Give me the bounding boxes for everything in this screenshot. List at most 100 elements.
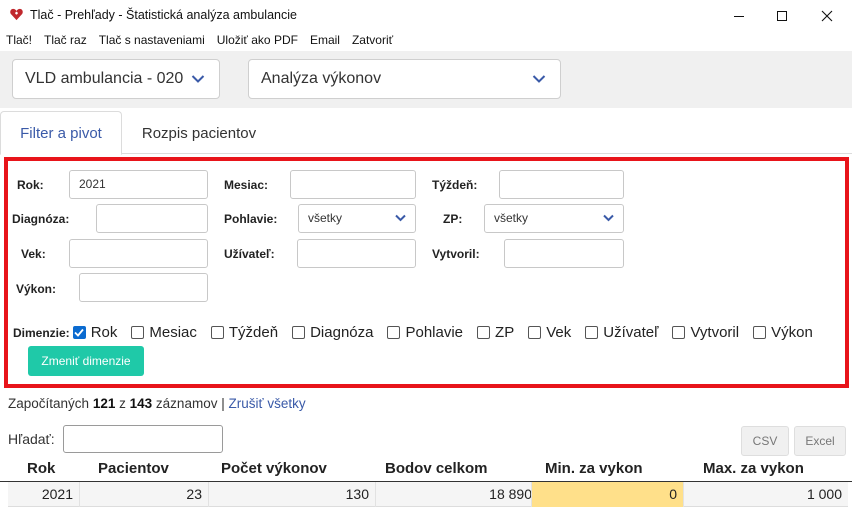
dimension-mesiac[interactable]: Mesiac (131, 324, 197, 341)
checkbox-icon[interactable] (292, 326, 306, 339)
total-value: 143 (129, 396, 153, 411)
column-header-rok[interactable]: Rok (27, 460, 55, 477)
cell-pocet-vykonov: 130 (208, 482, 375, 507)
dimension-vytvoril-label: Vytvoril (690, 324, 740, 341)
counted-value: 121 (92, 396, 116, 411)
close-button[interactable] (804, 0, 850, 31)
dimensions-label: Dimenzie: (13, 325, 70, 340)
zp-select-value: všetky (494, 211, 529, 225)
csv-button[interactable]: CSV (741, 426, 789, 456)
pohlavie-select[interactable]: všetky (298, 204, 416, 233)
chevron-down-icon (191, 75, 205, 83)
dimension-uzivatel[interactable]: Užívateľ (585, 324, 658, 341)
dimension-tyzden-label: Týždeň (228, 324, 279, 341)
cell-min-za-vykon: 0 (531, 482, 683, 507)
record-count: Započítaných 121 z 143 záznamov | Zrušiť… (8, 396, 306, 411)
dimension-vek[interactable]: Vek (528, 324, 571, 341)
checkbox-icon[interactable] (131, 326, 145, 339)
rok-label: Rok: (17, 178, 44, 192)
menu-print-once[interactable]: Tlač raz (44, 31, 87, 51)
dimension-pohlavie[interactable]: Pohlavie (387, 324, 463, 341)
chevron-down-icon (395, 214, 406, 222)
filter-panel: Rok: 2021 Mesiac: Týždeň: Diagnóza: Pohl… (4, 157, 849, 388)
tab-patient-list[interactable]: Rozpis pacientov (122, 111, 276, 155)
menu-print-now[interactable]: Tlač! (6, 31, 32, 51)
chevron-down-icon (603, 214, 614, 222)
table-row: 2021 23 130 18 890 0 1 000 (8, 482, 848, 507)
column-header-max-za-vykon[interactable]: Max. za vykon (703, 460, 804, 477)
dimension-zp[interactable]: ZP (477, 324, 514, 341)
clear-all-link[interactable]: Zrušiť všetky (229, 396, 306, 411)
pohlavie-select-value: všetky (308, 211, 343, 225)
checkbox-icon[interactable] (585, 326, 599, 339)
tab-bar: Filter a pivot Rozpis pacientov (0, 108, 852, 155)
checkbox-icon[interactable] (672, 326, 686, 339)
dimension-mesiac-label: Mesiac (149, 324, 197, 341)
checkbox-icon[interactable] (753, 326, 767, 339)
minimize-icon (734, 15, 744, 17)
mesiac-label: Mesiac: (224, 178, 269, 192)
vytvoril-label: Vytvoril: (432, 247, 480, 261)
vykon-label: Výkon: (16, 282, 57, 296)
checkbox-icon[interactable] (477, 326, 491, 339)
menu-close[interactable]: Zatvoriť (352, 31, 393, 51)
dimensions-row: Dimenzie: Rok Mesiac Týždeň Diagnóza Poh… (13, 324, 813, 341)
checkbox-checked-icon[interactable] (72, 326, 86, 339)
menu-print-settings[interactable]: Tlač s nastaveniami (99, 31, 205, 51)
chevron-down-icon (532, 75, 546, 83)
ambulance-select[interactable]: VLD ambulancia - 020 (12, 59, 220, 99)
excel-button[interactable]: Excel (794, 426, 846, 456)
selector-band: VLD ambulancia - 020 Analýza výkonov (0, 51, 852, 108)
vek-input[interactable] (69, 239, 208, 268)
menu-email[interactable]: Email (310, 31, 340, 51)
dimension-vytvoril[interactable]: Vytvoril (672, 324, 739, 341)
zp-select[interactable]: všetky (484, 204, 624, 233)
checkbox-icon[interactable] (387, 326, 401, 339)
column-header-pacientov[interactable]: Pacientov (98, 460, 169, 477)
dimension-rok[interactable]: Rok (72, 324, 118, 341)
checkbox-icon[interactable] (210, 326, 224, 339)
close-icon (821, 10, 833, 21)
dimension-vykon[interactable]: Výkon (753, 324, 813, 341)
column-header-min-za-vykon[interactable]: Min. za vykon (545, 460, 643, 477)
window-title: Tlač - Prehľady - Štatistická analýza am… (30, 8, 297, 22)
count-suffix: záznamov (155, 396, 218, 411)
diagnoza-input[interactable] (96, 204, 208, 233)
tyzden-label: Týždeň: (432, 178, 478, 192)
vykon-input[interactable] (79, 273, 208, 302)
cell-bodov-celkom: 18 890 (375, 482, 538, 507)
zp-label: ZP: (443, 212, 463, 226)
dimension-tyzden[interactable]: Týždeň (210, 324, 279, 341)
change-dimensions-button[interactable]: Zmeniť dimenzie (28, 346, 144, 376)
analysis-select[interactable]: Analýza výkonov (248, 59, 561, 99)
menu-save-pdf[interactable]: Uložiť ako PDF (217, 31, 298, 51)
tyzden-input[interactable] (499, 170, 624, 199)
diagnoza-label: Diagnóza: (12, 212, 70, 226)
vytvoril-input[interactable] (504, 239, 624, 268)
count-prefix: Započítaných (8, 396, 90, 411)
maximize-button[interactable] (759, 0, 805, 31)
dimension-rok-label: Rok (90, 324, 118, 341)
column-header-pocet-vykonov[interactable]: Počet výkonov (221, 460, 327, 477)
dimension-vek-label: Vek (546, 324, 572, 341)
cell-rok: 2021 (41, 486, 73, 502)
count-of: z (119, 396, 126, 411)
minimize-button[interactable] (716, 0, 762, 31)
uzivatel-input[interactable] (297, 239, 416, 268)
search-input[interactable] (63, 425, 223, 453)
dimension-vykon-label: Výkon (771, 324, 813, 341)
uzivatel-label: Užívateľ: (224, 247, 275, 261)
dimension-diagnoza[interactable]: Diagnóza (292, 324, 373, 341)
checkbox-icon[interactable] (528, 326, 542, 339)
analysis-select-value: Analýza výkonov (261, 70, 382, 87)
vek-label: Vek: (21, 247, 46, 261)
rok-input[interactable]: 2021 (69, 170, 208, 199)
mesiac-input[interactable] (290, 170, 416, 199)
count-separator: | (221, 396, 225, 411)
column-header-bodov-celkom[interactable]: Bodov celkom (385, 460, 488, 477)
dimension-zp-label: ZP (495, 324, 515, 341)
dimension-pohlavie-label: Pohlavie (405, 324, 464, 341)
dimension-diagnoza-label: Diagnóza (310, 324, 374, 341)
maximize-icon (777, 10, 787, 21)
tab-filter-pivot[interactable]: Filter a pivot (0, 111, 122, 155)
